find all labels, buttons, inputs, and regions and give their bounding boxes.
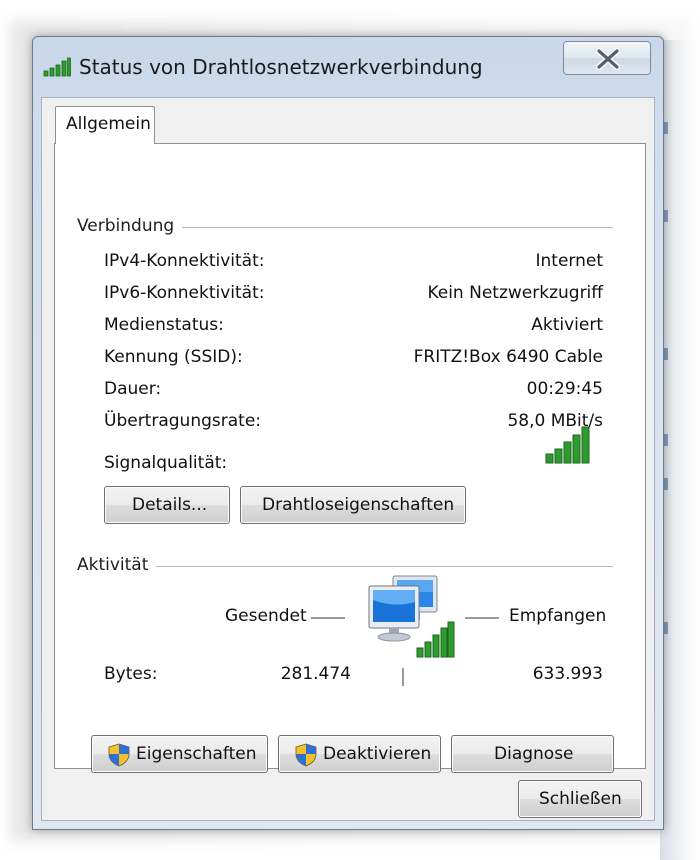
disable-button[interactable]: Deaktivieren [278,735,441,773]
ipv6-value: Kein Netzwerkzugriff [427,283,603,303]
uac-shield-icon [108,743,130,767]
media-status-value: Aktiviert [531,315,603,335]
close-x-icon [596,48,620,70]
details-button-label: Details... [132,495,208,515]
close-button-label: Schließen [539,789,622,809]
signal-strength-icon [545,426,590,464]
title-bar[interactable]: Status von Drahtlosnetzwerkverbindung [33,37,663,99]
tab-general[interactable]: Allgemein [55,106,155,144]
disable-button-label: Deaktivieren [323,744,432,764]
ssid-label: Kennung (SSID): [104,347,243,367]
section-divider [147,566,613,568]
window-title: Status von Drahtlosnetzwerkverbindung [79,55,483,79]
ssid-value: FRITZ!Box 6490 Cable [413,347,603,367]
duration-value: 00:29:45 [526,379,603,399]
received-connector-line [465,617,499,619]
tab-panel-general: Verbindung IPv4-Konnektivität: Internet … [54,143,646,773]
tab-general-label: Allgemein [66,114,151,134]
ipv6-label: IPv6-Konnektivität: [104,283,265,303]
bytes-label: Bytes: [104,664,158,684]
status-dialog: Status von Drahtlosnetzwerkverbindung Al… [32,36,664,830]
section-title-activity: Aktivität [77,555,157,575]
diagnose-button-label: Diagnose [494,744,574,764]
wireless-properties-button[interactable]: Drahtloseigenschaften [240,486,466,524]
received-label: Empfangen [509,606,607,626]
diagnose-button[interactable]: Diagnose [451,735,614,773]
properties-button-label: Eigenschaften [136,744,257,764]
close-button[interactable]: Schließen [518,780,642,818]
details-button[interactable]: Details... [104,486,230,524]
duration-label: Dauer: [104,379,162,399]
ipv4-label: IPv4-Konnektivität: [104,251,265,271]
background-window-edge [660,40,700,860]
close-window-button[interactable] [563,41,651,75]
sent-connector-line [311,617,345,619]
wireless-signal-icon [43,57,71,77]
properties-button[interactable]: Eigenschaften [91,735,268,773]
activity-divider [402,668,404,686]
section-divider [159,227,613,229]
signal-quality-label: Signalqualität: [104,453,228,473]
bytes-sent-value: 281.474 [280,664,351,684]
dialog-client-area: Allgemein Verbindung IPv4-Konnektivität:… [41,97,655,821]
bytes-received-value: 633.993 [532,664,603,684]
media-status-label: Medienstatus: [104,315,224,335]
ipv4-value: Internet [535,251,603,271]
network-computers-icon [368,575,455,658]
sent-label: Gesendet [225,606,307,626]
uac-shield-icon [295,743,317,767]
speed-label: Übertragungsrate: [104,411,262,431]
wireless-properties-button-label: Drahtloseigenschaften [262,495,455,515]
section-title-connection: Verbindung [77,216,183,236]
